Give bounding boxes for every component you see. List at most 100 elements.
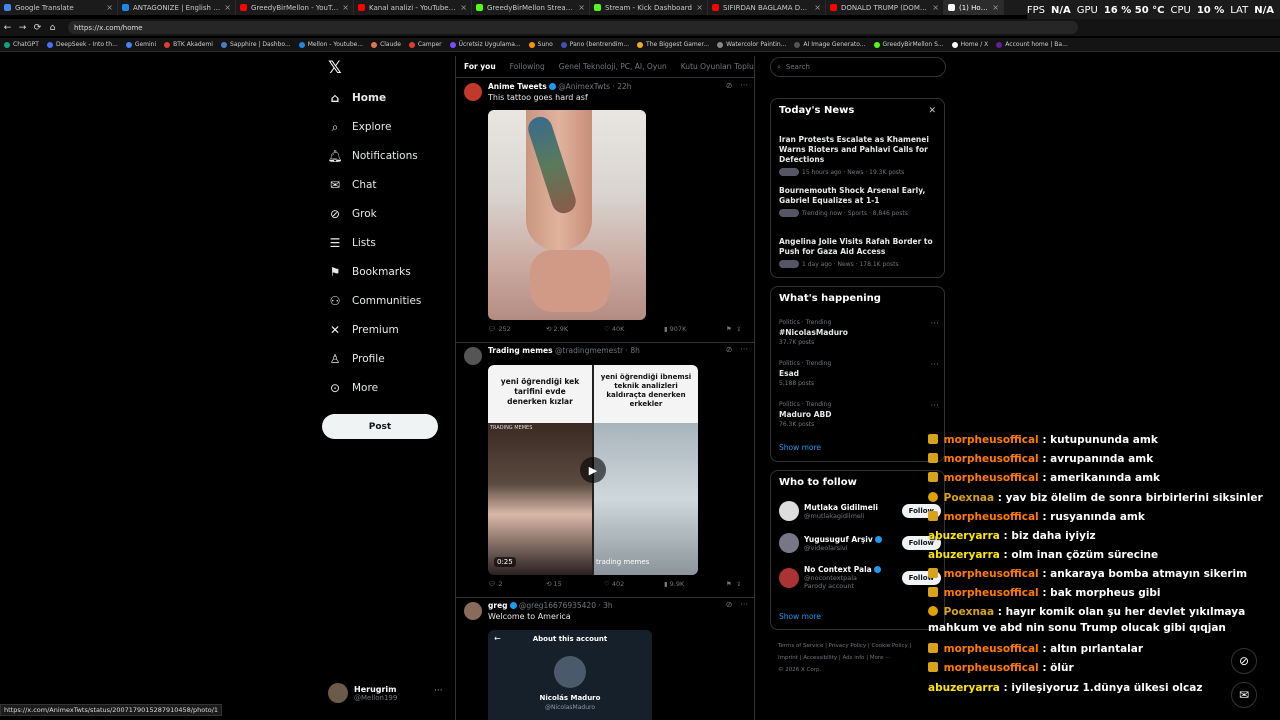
- like-button[interactable]: ♡ 40K: [604, 325, 664, 333]
- reply-button[interactable]: 💬︎ 2: [488, 580, 546, 588]
- more-dots-icon[interactable]: ···: [930, 319, 939, 329]
- url-input[interactable]: https://x.com/home: [68, 21, 1078, 34]
- bookmark-item[interactable]: Claude: [371, 41, 401, 48]
- repost-button[interactable]: ⟲ 15: [546, 580, 604, 588]
- nav-explore[interactable]: ⌕ Explore: [328, 120, 392, 134]
- browser-tab[interactable]: Google Translate ×: [0, 0, 118, 15]
- more-dots-icon[interactable]: ···: [930, 360, 939, 370]
- more-dots-icon[interactable]: ···: [740, 81, 748, 90]
- bookmark-item[interactable]: Suno: [528, 41, 553, 48]
- tweet-time[interactable]: 3h: [603, 601, 613, 610]
- nav-more[interactable]: ⊙ More: [328, 381, 378, 395]
- close-tab-icon[interactable]: ×: [992, 3, 999, 12]
- browser-tab[interactable]: GreedyBirMellon - YouTube ×: [236, 0, 354, 15]
- browser-tab[interactable]: Kanal analizi - YouTube Studio×: [354, 0, 472, 15]
- close-tab-icon[interactable]: ×: [224, 3, 231, 12]
- nav-bookmarks[interactable]: ⚑ Bookmarks: [328, 265, 411, 279]
- tweet[interactable]: greg @greg16676935420 · 3h ⊘ ··· Welcome …: [456, 598, 754, 720]
- home-icon[interactable]: ⌂: [45, 23, 60, 33]
- bookmark-item[interactable]: Home / X: [951, 41, 988, 48]
- tweet-author[interactable]: Trading memes: [488, 346, 553, 355]
- bookmark-item[interactable]: Camper: [408, 41, 442, 48]
- tab-following[interactable]: Following: [510, 62, 545, 71]
- nav-lists[interactable]: ☰ Lists: [328, 236, 376, 250]
- avatar[interactable]: [464, 83, 482, 101]
- nav-home[interactable]: ⌂ Home: [328, 91, 386, 105]
- close-icon[interactable]: ✕: [928, 106, 936, 116]
- grok-icon[interactable]: ⊘: [1231, 648, 1257, 674]
- news-item[interactable]: Angelina Jolie Visits Rafah Border to Pu…: [779, 237, 939, 268]
- close-tab-icon[interactable]: ×: [814, 3, 821, 12]
- browser-tab[interactable]: Stream - Kick Dashboard ×: [590, 0, 708, 15]
- bookmark-item[interactable]: Account home | Ba...: [996, 41, 1068, 48]
- browser-tab[interactable]: ANTAGONIZE | English meaning -×: [118, 0, 236, 15]
- bookmark-item[interactable]: Pano (bentrendim...: [560, 41, 629, 48]
- bookmark-item[interactable]: GreedyBirMellon S...: [873, 41, 944, 48]
- tweet-handle[interactable]: @greg16676935420: [519, 601, 596, 610]
- bookmark-item[interactable]: Sapphire | Dashbo...: [220, 41, 291, 48]
- trend-item[interactable]: Politics · Trending Esad 5,188 posts ···: [779, 360, 939, 387]
- bookmark-item[interactable]: DeepSeek - Into th...: [46, 41, 118, 48]
- more-dots-icon[interactable]: ···: [740, 345, 748, 354]
- bookmark-item[interactable]: Ücretsiz Uygulama...: [449, 41, 521, 48]
- tweet-handle[interactable]: @AnimexTwts: [558, 82, 610, 91]
- tab-kutu-oyunlari[interactable]: Kutu Oyunları Topluluğu: [681, 62, 754, 71]
- search-input[interactable]: ⌕ Search: [770, 57, 946, 77]
- close-tab-icon[interactable]: ×: [932, 3, 939, 12]
- reload-icon[interactable]: ⟳: [30, 23, 45, 33]
- browser-tab[interactable]: SIFIRDAN BAĞLAMA DERSİ 7 (BİLE×: [708, 0, 826, 15]
- like-button[interactable]: ♡ 402: [604, 580, 664, 588]
- follow-suggestion[interactable]: Yugusuguf Arşiv @videolarsivi Follow: [779, 533, 941, 553]
- more-dots-icon[interactable]: ···: [740, 600, 748, 609]
- nav-profile[interactable]: ♙ Profile: [328, 352, 385, 366]
- tweet-author[interactable]: Anime Tweets: [488, 82, 547, 91]
- bookmark-item[interactable]: BTK Akademi: [164, 41, 213, 48]
- repost-button[interactable]: ⟲ 2.9K: [546, 325, 604, 333]
- bookmark-item[interactable]: ChatGPT: [4, 41, 39, 48]
- tweet[interactable]: Trading memes @tradingmemestr · 8h ⊘ ··· …: [456, 343, 754, 598]
- forward-icon[interactable]: →: [15, 23, 30, 33]
- close-tab-icon[interactable]: ×: [106, 3, 113, 12]
- nav-chat[interactable]: ✉ Chat: [328, 178, 377, 192]
- news-item[interactable]: Iran Protests Escalate as Khamenei Warns…: [779, 135, 939, 176]
- tweet-video[interactable]: yeni öğrendiği kek tarifini evde denerke…: [488, 365, 698, 575]
- play-icon[interactable]: ▶: [580, 457, 606, 483]
- nav-notifications[interactable]: 🔔︎ Notifications: [327, 149, 417, 163]
- close-tab-icon[interactable]: ×: [460, 3, 467, 12]
- views-button[interactable]: ▮ 9.9K: [664, 580, 726, 588]
- back-icon[interactable]: ←: [0, 23, 15, 33]
- footer-line[interactable]: Terms of Service | Privacy Policy | Cook…: [778, 640, 938, 652]
- more-dots-icon[interactable]: ···: [434, 686, 443, 696]
- post-button[interactable]: Post: [322, 414, 438, 439]
- tweet-time[interactable]: 8h: [630, 346, 640, 355]
- news-item[interactable]: Bournemouth Shock Arsenal Early, Gabriel…: [779, 186, 939, 217]
- grok-icon[interactable]: ⊘: [726, 600, 733, 609]
- avatar[interactable]: [464, 602, 482, 620]
- show-more-link[interactable]: Show more: [779, 443, 821, 452]
- nav-premium[interactable]: ✕ Premium: [328, 323, 399, 337]
- bookmark-item[interactable]: The Biggest Gamer...: [637, 41, 709, 48]
- bookmark-icon[interactable]: ⚑ ⇪: [726, 325, 741, 333]
- tab-for-you[interactable]: For you: [464, 62, 496, 71]
- tab-genel-teknoloji[interactable]: Genel Teknoloji, PC, AI, Oyun: [559, 62, 667, 71]
- close-tab-icon[interactable]: ×: [578, 3, 585, 12]
- tweet-handle[interactable]: @tradingmemestr: [555, 346, 623, 355]
- browser-tab[interactable]: GreedyBirMellon Stream - Watch Li×: [472, 0, 590, 15]
- follow-suggestion[interactable]: No Context Pala @nocontextpala Parody acco…: [779, 565, 941, 590]
- bookmark-item[interactable]: Watercolor Paintin...: [717, 41, 786, 48]
- tweet-author[interactable]: greg: [488, 601, 508, 610]
- trend-item[interactable]: Politics · Trending Maduro ABD 76.3K posts…: [779, 401, 939, 428]
- account-switcher[interactable]: Herugrim @Mellon199 ···: [328, 683, 443, 703]
- nav-communities[interactable]: ⚇ Communities: [328, 294, 422, 308]
- more-dots-icon[interactable]: ···: [930, 401, 939, 411]
- follow-suggestion[interactable]: Mutlaka Gidilmeli @mutlakagidilmeli Follow: [779, 501, 941, 521]
- reply-button[interactable]: 💬︎ 252: [488, 325, 546, 333]
- nav-grok[interactable]: ⊘ Grok: [328, 207, 377, 221]
- browser-tab[interactable]: DONALD TRUMP (DOMBRA ×: [826, 0, 944, 15]
- bookmark-item[interactable]: Mellon - Youtube...: [298, 41, 363, 48]
- grok-icon[interactable]: ⊘: [726, 81, 733, 90]
- bookmark-item[interactable]: Gemini: [125, 41, 156, 48]
- close-tab-icon[interactable]: ×: [342, 3, 349, 12]
- grok-icon[interactable]: ⊘: [726, 345, 733, 354]
- tweet-photo[interactable]: [488, 110, 646, 320]
